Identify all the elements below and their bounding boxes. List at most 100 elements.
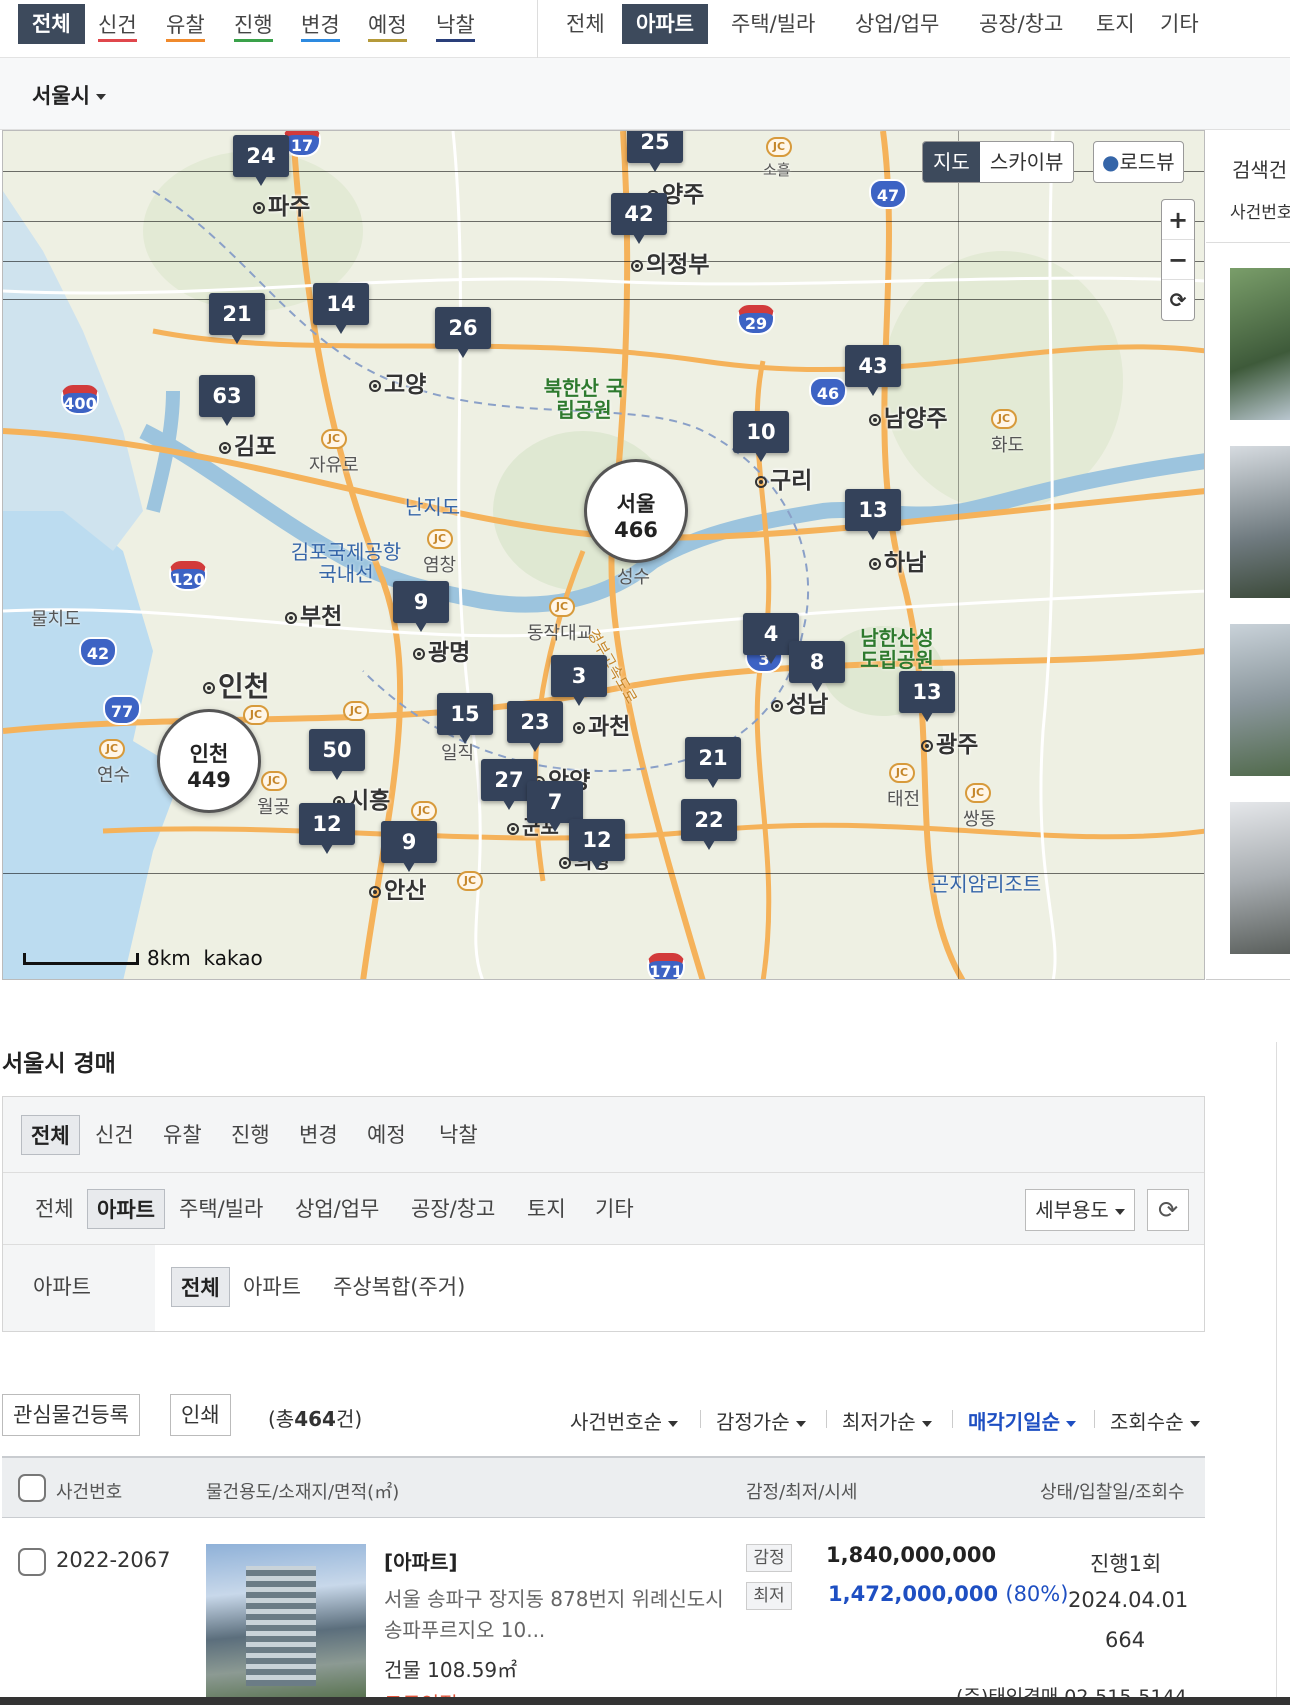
map-cluster-marker[interactable]: 3 (551, 655, 607, 706)
type-tab-commercial[interactable]: 상업/업무 (851, 4, 943, 44)
map-cluster-marker[interactable]: 26 (435, 307, 491, 358)
case-number[interactable]: 2022-2067 (56, 1548, 170, 1572)
jc-marker: JC (243, 705, 269, 725)
map-label: 성수 (617, 567, 651, 588)
highway-shield: 46 (809, 377, 847, 407)
column-header: 물건용도/소재지/면적(㎡) (206, 1482, 400, 1503)
filter-status-failed[interactable]: 유찰 (159, 1115, 206, 1155)
filter-type-apartment[interactable]: 아파트 (87, 1189, 165, 1229)
city-cluster-seoul[interactable]: 서울 466 (584, 459, 688, 563)
filter-type-commercial[interactable]: 상업/업무 (291, 1189, 383, 1229)
sort-appraisal[interactable]: 감정가순 (716, 1406, 806, 1435)
filter-status-all[interactable]: 전체 (21, 1115, 80, 1155)
filter-subtype-all[interactable]: 전체 (171, 1267, 230, 1307)
sort-case-number[interactable]: 사건번호순 (570, 1406, 678, 1435)
map-cluster-marker[interactable]: 43 (845, 345, 901, 396)
status-tab-failed[interactable]: 유찰 (162, 10, 209, 44)
map-cluster-marker[interactable]: 21 (209, 293, 265, 344)
map-cluster-marker[interactable]: 9 (393, 581, 449, 632)
jc-marker: JC (261, 771, 287, 791)
reset-map-button[interactable]: ⟳ (1162, 280, 1194, 320)
property-thumbnail[interactable] (1230, 624, 1290, 776)
map-cluster-marker[interactable]: 7 (527, 781, 583, 832)
sort-views[interactable]: 조회수순 (1110, 1406, 1200, 1435)
map-cluster-marker[interactable]: 21 (685, 737, 741, 788)
type-tab-land[interactable]: 토지 (1092, 4, 1139, 44)
map-cluster-marker[interactable]: 12 (569, 819, 625, 870)
property-thumbnail[interactable] (1230, 268, 1290, 420)
print-button[interactable]: 인쇄 (170, 1394, 231, 1436)
filter-status-scheduled[interactable]: 예정 (363, 1115, 410, 1155)
zoom-in-button[interactable]: + (1162, 200, 1194, 240)
map-view-button[interactable]: 지도 (923, 142, 980, 182)
property-address[interactable]: 서울 송파구 장지동 878번지 위례신도시송파푸르지오 10... (384, 1584, 724, 1646)
property-thumbnail[interactable] (1230, 802, 1290, 954)
detail-usage-dropdown[interactable]: 세부용도 (1025, 1189, 1135, 1231)
map-cluster-marker[interactable]: 22 (681, 799, 737, 850)
filter-status-changed[interactable]: 변경 (295, 1115, 342, 1155)
map-cluster-marker[interactable]: 9 (381, 821, 437, 872)
map-cluster-marker[interactable]: 13 (845, 489, 901, 540)
filter-type-all[interactable]: 전체 (31, 1189, 78, 1229)
filter-status-progress[interactable]: 진행 (227, 1115, 274, 1155)
roadview-button[interactable]: ●로드뷰 (1093, 141, 1184, 183)
map-cluster-marker[interactable]: 42 (611, 193, 667, 244)
status-tab-all[interactable]: 전체 (18, 4, 85, 44)
filter-status-new[interactable]: 신건 (91, 1115, 138, 1155)
type-tab-house-villa[interactable]: 주택/빌라 (727, 4, 819, 44)
filter-type-land[interactable]: 토지 (523, 1189, 570, 1229)
map-cluster-marker[interactable]: 12 (299, 803, 355, 854)
skyview-button[interactable]: 스카이뷰 (980, 142, 1074, 182)
zoom-out-button[interactable]: − (1162, 240, 1194, 280)
type-tab-factory[interactable]: 공장/창고 (975, 4, 1067, 44)
status-tab-scheduled[interactable]: 예정 (364, 10, 411, 44)
select-all-checkbox[interactable] (18, 1474, 46, 1502)
divider (700, 1410, 701, 1428)
place-label: 고양 (369, 365, 426, 399)
refresh-button[interactable]: ⟳ (1147, 1189, 1189, 1231)
jc-marker: JC (766, 137, 792, 157)
status-tab-progress[interactable]: 진행 (230, 10, 277, 44)
row-checkbox[interactable] (18, 1548, 46, 1576)
sort-minimum[interactable]: 최저가순 (842, 1406, 932, 1435)
view-count: 664 (1105, 1628, 1146, 1652)
map-cluster-marker[interactable]: 14 (313, 283, 369, 334)
filter-type-factory[interactable]: 공장/창고 (407, 1189, 499, 1229)
divider (537, 0, 538, 58)
status-tab-sold[interactable]: 낙찰 (432, 10, 479, 44)
status-filter-row: 전체 신건 유찰 진행 변경 예정 낙찰 (3, 1097, 1204, 1173)
region-dropdown[interactable]: 서울시 (32, 80, 106, 110)
search-result-panel: 검색건 사건번호 (1206, 130, 1290, 980)
map-cluster-marker[interactable]: 23 (507, 701, 563, 752)
map-cluster-marker[interactable]: 10 (733, 411, 789, 462)
filter-type-house-villa[interactable]: 주택/빌라 (175, 1189, 267, 1229)
jc-marker: JC (427, 529, 453, 549)
map-view[interactable]: 17 47 29 46 400 120 42 77 3 171 JC JC JC… (2, 130, 1205, 980)
map-cluster-marker[interactable]: 15 (437, 693, 493, 744)
property-photo[interactable] (206, 1544, 366, 1705)
city-cluster-incheon[interactable]: 인천 449 (157, 709, 261, 813)
filter-subtype-apartment[interactable]: 아파트 (239, 1267, 305, 1307)
filter-subtype-mixed[interactable]: 주상복합(주거) (329, 1267, 469, 1307)
property-thumbnail[interactable] (1230, 446, 1290, 598)
map-cluster-marker[interactable]: 25 (627, 131, 683, 172)
total-count: (총464건) (268, 1407, 363, 1431)
map-cluster-marker[interactable]: 24 (233, 135, 289, 186)
map-cluster-marker[interactable]: 50 (309, 729, 365, 780)
map-cluster-marker[interactable]: 63 (199, 375, 255, 426)
place-label: 김포 (219, 427, 276, 461)
sort-sale-date[interactable]: 매각기일순 (968, 1406, 1076, 1435)
filter-status-sold[interactable]: 낙찰 (435, 1115, 482, 1155)
register-interest-button[interactable]: 관심물건등록 (2, 1394, 140, 1436)
caret-down-icon (1189, 1420, 1200, 1427)
property-type[interactable]: [아파트] (384, 1546, 457, 1575)
type-tab-all[interactable]: 전체 (562, 4, 609, 44)
filter-type-etc[interactable]: 기타 (591, 1189, 638, 1229)
map-cluster-marker[interactable]: 13 (899, 671, 955, 722)
status-tab-changed[interactable]: 변경 (297, 10, 344, 44)
type-tab-apartment[interactable]: 아파트 (622, 4, 708, 44)
status-tab-new[interactable]: 신건 (94, 10, 141, 44)
type-tab-etc[interactable]: 기타 (1156, 4, 1203, 44)
map-label: 물치도 (31, 609, 81, 630)
map-cluster-marker[interactable]: 8 (789, 641, 845, 692)
